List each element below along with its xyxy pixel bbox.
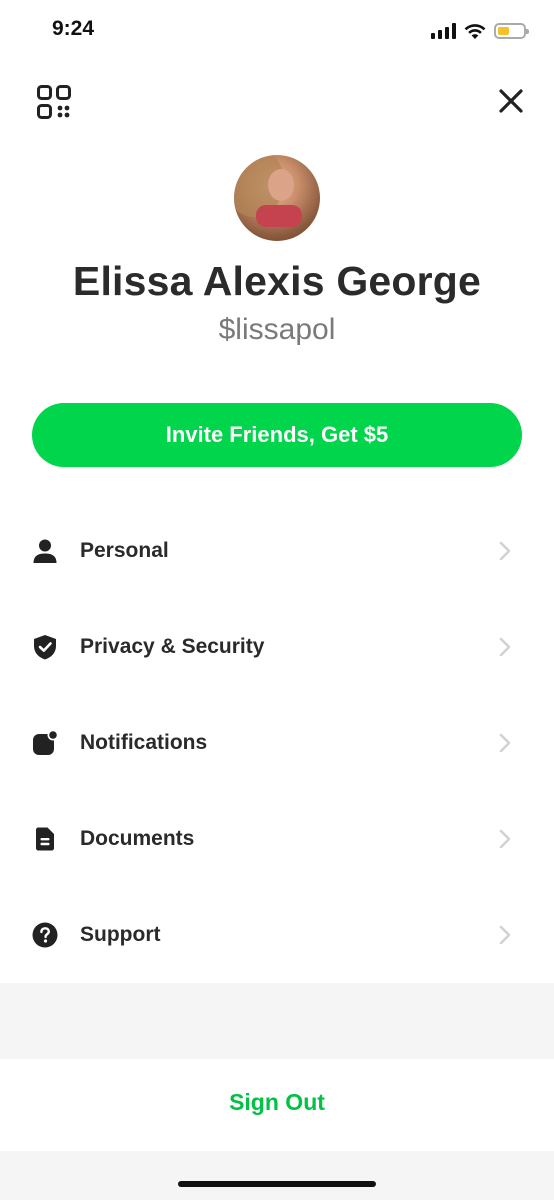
- battery-level: [498, 27, 510, 35]
- person-icon: [33, 539, 57, 563]
- menu-item-support[interactable]: Support: [0, 886, 554, 982]
- menu-item-personal[interactable]: Personal: [0, 502, 554, 598]
- menu-item-label: Documents: [80, 827, 195, 850]
- qr-code-button[interactable]: [36, 84, 72, 120]
- menu-item-privacy-security[interactable]: Privacy & Security: [0, 598, 554, 694]
- close-button[interactable]: [498, 88, 524, 114]
- menu-item-label: Personal: [80, 539, 169, 562]
- bottom-safe-area: [0, 1151, 554, 1200]
- menu-item-label: Support: [80, 923, 161, 946]
- profile-name: Elissa Alexis George: [72, 258, 482, 304]
- sign-out-button[interactable]: Sign Out: [0, 1089, 554, 1116]
- home-indicator[interactable]: [178, 1181, 376, 1187]
- profile-cashtag: $lissapol: [218, 313, 336, 346]
- menu-item-label: Notifications: [80, 731, 208, 754]
- cellular-signal-icon: [431, 23, 456, 39]
- status-icons: [431, 20, 529, 42]
- menu-item-documents[interactable]: Documents: [0, 790, 554, 886]
- chevron-right-icon: [499, 925, 511, 945]
- avatar[interactable]: [234, 155, 320, 241]
- menu-item-label: Privacy & Security: [80, 635, 265, 658]
- status-bar: 9:24: [0, 0, 554, 60]
- section-divider: [0, 983, 554, 1059]
- menu-item-notifications[interactable]: Notifications: [0, 694, 554, 790]
- status-time: 9:24: [52, 17, 95, 40]
- chevron-right-icon: [499, 733, 511, 753]
- invite-friends-button[interactable]: Invite Friends, Get $5: [32, 403, 522, 467]
- document-icon: [36, 827, 54, 851]
- wifi-icon: [464, 24, 486, 39]
- chevron-right-icon: [499, 829, 511, 849]
- chevron-right-icon: [499, 541, 511, 561]
- chevron-right-icon: [499, 637, 511, 657]
- close-icon: [499, 89, 523, 113]
- shield-check-icon: [34, 635, 56, 660]
- help-icon: [32, 922, 58, 948]
- battery-icon: [494, 23, 529, 39]
- notification-icon: [33, 730, 58, 755]
- qr-code-icon: [37, 85, 71, 119]
